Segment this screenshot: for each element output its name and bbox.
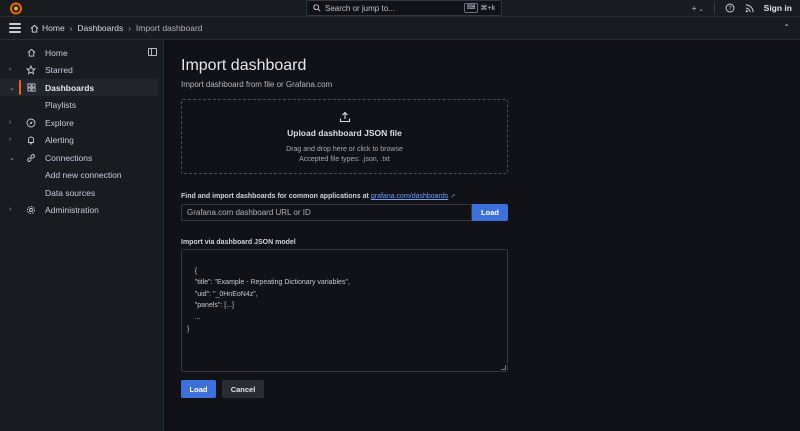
resize-handle-icon[interactable] (501, 365, 506, 370)
sidebar-item-label: Add new connection (45, 169, 122, 180)
home-icon (26, 48, 36, 58)
json-model-label: Import via dashboard JSON model (181, 239, 296, 246)
sidebar-item-add-new-connection[interactable]: Add new connection (0, 166, 164, 183)
upload-title: Upload dashboard JSON file (287, 128, 402, 138)
json-model-content: { "title": "Example - Repeating Dictiona… (187, 267, 350, 333)
chevron-right-icon: › (128, 23, 131, 33)
keyboard-shortcut: ⌨ ⌘+k (463, 3, 495, 13)
breadcrumb: Home › Dashboards › Import dashboard (30, 23, 203, 33)
grafana-logo-icon[interactable] (9, 1, 23, 15)
url-load-button[interactable]: Load (472, 204, 508, 221)
breadcrumb-bar: Home › Dashboards › Import dashboard ⌃ (0, 17, 800, 40)
dashboard-grid-icon (26, 83, 36, 93)
find-dashboards-label: Find and import dashboards for common ap… (181, 193, 455, 200)
chevron-right-icon[interactable]: › (9, 66, 11, 73)
sidebar-item-playlists[interactable]: Playlists (0, 96, 164, 113)
chevron-down-icon[interactable]: ⌄ (9, 84, 15, 92)
shortcut-label: ⌘+k (480, 5, 495, 12)
load-button[interactable]: Load (181, 380, 216, 398)
sidebar-item-label: Data sources (45, 187, 96, 198)
json-model-textarea[interactable]: { "title": "Example - Repeating Dictiona… (181, 249, 508, 372)
plus-icon: + (691, 3, 697, 13)
sidebar-item-label: Home (45, 47, 68, 58)
add-menu-button[interactable]: + ⌄ (692, 4, 704, 13)
star-icon (26, 64, 36, 75)
find-label-text: Find and import dashboards for common ap… (181, 193, 369, 200)
help-icon[interactable]: ? (725, 3, 735, 13)
chevron-up-icon[interactable]: ⌃ (783, 23, 790, 32)
sidebar-item-label: Dashboards (45, 82, 95, 93)
chevron-down-icon[interactable]: ⌄ (9, 154, 15, 162)
main-content: Import dashboard Import dashboard from f… (165, 40, 800, 431)
link-icon (26, 153, 36, 163)
sidebar-item-label: Administration (45, 204, 99, 215)
chevron-right-icon[interactable]: › (9, 119, 11, 126)
rss-news-icon[interactable] (745, 3, 754, 13)
chevron-right-icon: › (69, 23, 73, 33)
upload-hint: Drag and drop here or click to browse (286, 146, 403, 153)
search-placeholder: Search or jump to... (325, 3, 395, 13)
page-subtitle: Import dashboard from file or Grafana.co… (181, 80, 333, 89)
top-right-actions: + ⌄ ? Sign in (692, 0, 792, 16)
breadcrumb-dashboards[interactable]: Dashboards (77, 23, 123, 33)
sidebar-item-dashboards[interactable]: ⌄ Dashboards (0, 79, 158, 96)
external-link-icon: ↗ (450, 194, 456, 200)
search-bar[interactable]: Search or jump to... ⌨ ⌘+k (306, 0, 502, 16)
grafana-url-input[interactable]: Grafana.com dashboard URL or ID (181, 204, 472, 221)
sign-in-link[interactable]: Sign in (764, 3, 792, 13)
page-title: Import dashboard (181, 57, 307, 74)
breadcrumb-home[interactable]: Home (42, 23, 65, 33)
sidebar-item-data-sources[interactable]: Data sources (0, 184, 164, 201)
home-icon (30, 24, 39, 33)
sidebar-item-label: Alerting (45, 134, 74, 145)
sidebar-item-starred[interactable]: › Starred (0, 61, 164, 78)
sidebar-item-label: Connections (45, 152, 93, 163)
bell-icon (26, 135, 36, 145)
chevron-right-icon[interactable]: › (9, 136, 11, 143)
search-icon (313, 4, 321, 12)
gear-icon (26, 205, 36, 215)
sidebar-item-administration[interactable]: › Administration (0, 201, 164, 218)
divider (713, 2, 715, 14)
upload-file-types: Accepted file types: .json, .txt (299, 156, 390, 163)
sidebar-item-label: Starred (45, 64, 73, 75)
grafana-dashboards-link[interactable]: grafana.com/dashboards (371, 193, 448, 200)
sidebar-item-home[interactable]: Home (0, 44, 164, 61)
chevron-down-icon: ⌄ (698, 6, 704, 13)
sidebar-item-explore[interactable]: › Explore (0, 114, 164, 131)
compass-icon (26, 118, 36, 128)
cancel-button[interactable]: Cancel (222, 380, 264, 398)
sidebar-item-connections[interactable]: ⌄ Connections (0, 149, 164, 166)
upload-dropzone[interactable]: Upload dashboard JSON file Drag and drop… (181, 99, 508, 174)
sidebar-item-label: Playlists (45, 99, 77, 110)
keyboard-icon: ⌨ (463, 3, 479, 13)
sidebar-item-alerting[interactable]: › Alerting (0, 131, 164, 148)
breadcrumb-current: Import dashboard (135, 23, 203, 33)
top-bar: Search or jump to... ⌨ ⌘+k + ⌄ ? Sign in (0, 0, 800, 17)
menu-toggle-icon[interactable] (9, 23, 21, 33)
sidebar-item-label: Explore (45, 117, 74, 128)
sidebar: Home › Starred ⌄ Dashboards Playlists › … (0, 40, 164, 431)
chevron-right-icon[interactable]: › (9, 206, 11, 213)
upload-icon (339, 111, 351, 123)
